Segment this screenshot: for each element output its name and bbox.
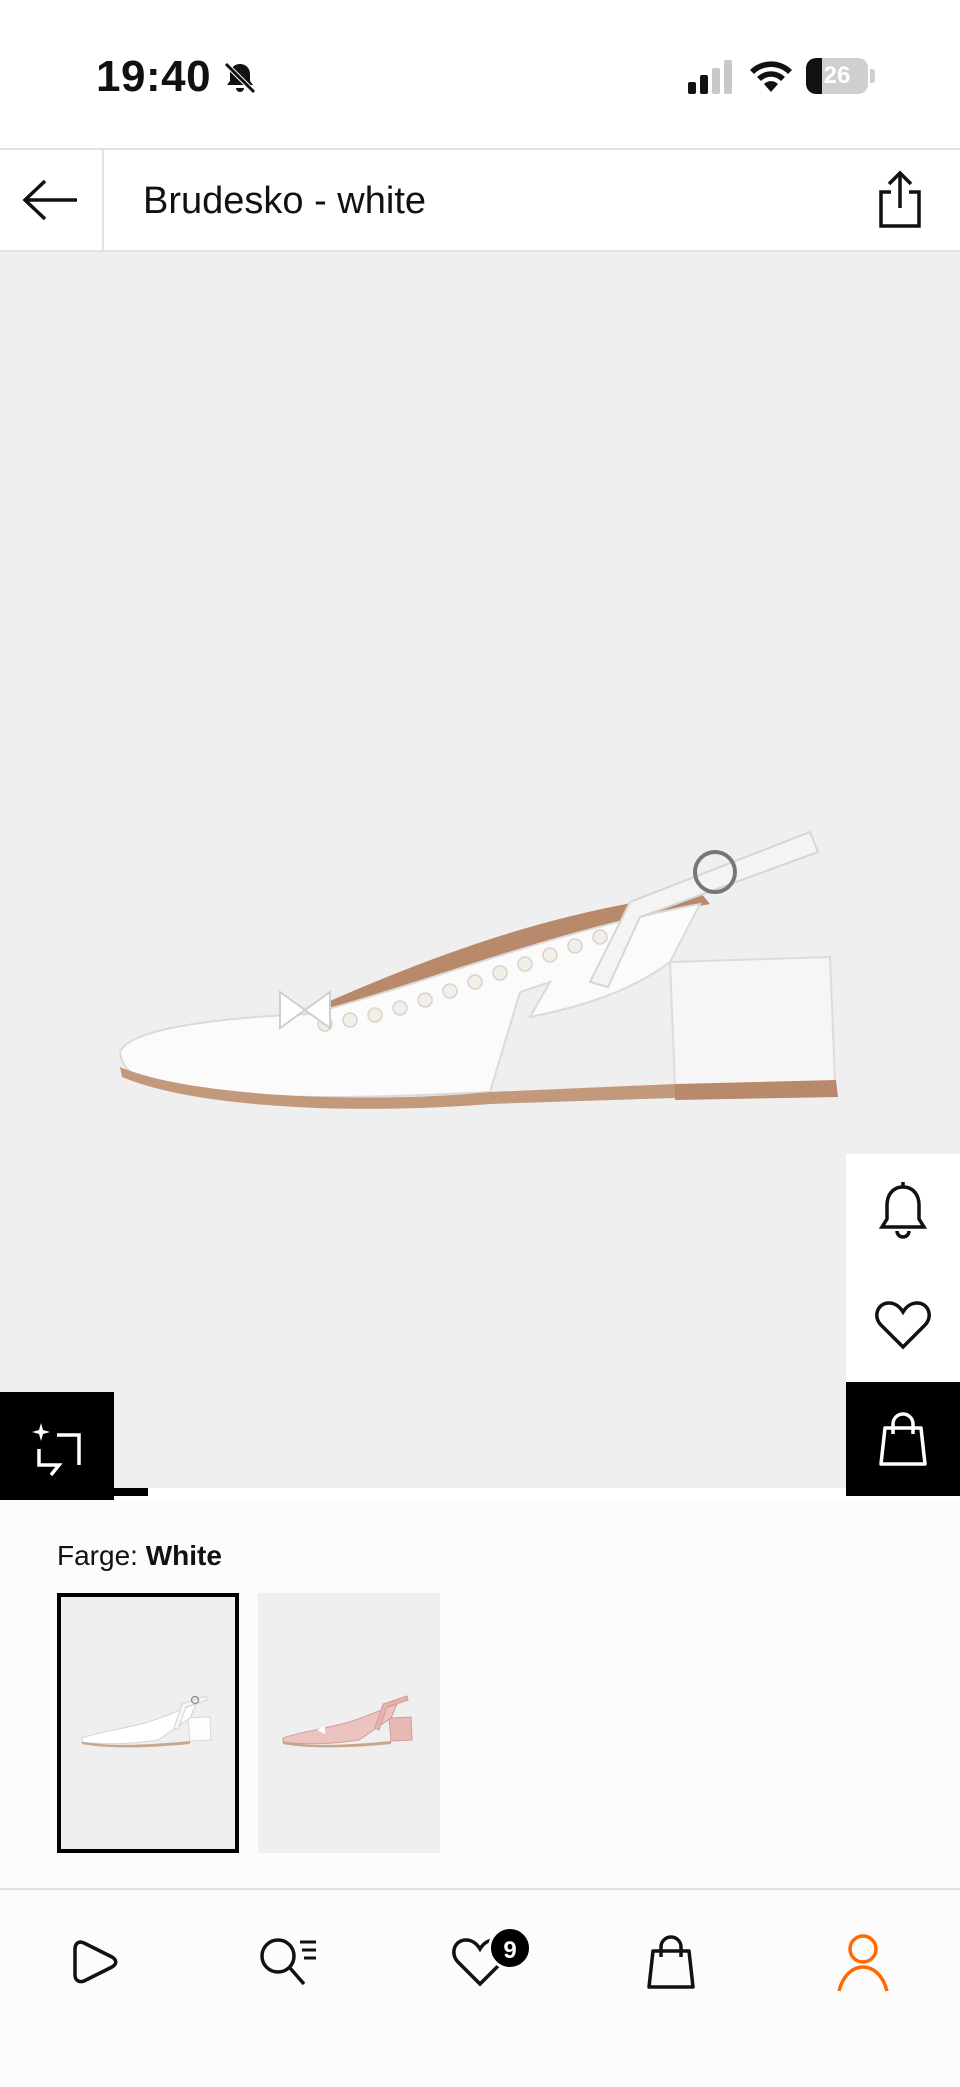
status-bar: 19:40 26 [0, 0, 960, 148]
white-shoe-thumbnail [81, 1695, 212, 1748]
gallery-progress [114, 1488, 788, 1500]
bag-icon [647, 1935, 695, 1989]
shoe-image [118, 830, 838, 1109]
color-label-prefix: Farge: [57, 1540, 146, 1571]
heart-icon [875, 1301, 931, 1350]
wishlist-count-badge: 9 [488, 1926, 532, 1970]
nav-bag[interactable] [623, 1914, 719, 2010]
page-title: Brudesko - white [143, 180, 427, 222]
battery-cap [870, 69, 875, 83]
search-list-icon [260, 1938, 316, 1986]
arrow-left-icon [22, 179, 77, 221]
play-icon [73, 1940, 118, 1984]
add-to-bag-button[interactable] [846, 1382, 960, 1496]
product-image[interactable] [0, 252, 960, 1506]
color-label: Farge: White [57, 1540, 222, 1572]
battery-indicator: 26 [806, 58, 876, 94]
bottom-navigation: 9 [0, 1888, 960, 2087]
cell-signal-icon [688, 60, 732, 94]
bell-icon [878, 1182, 928, 1239]
battery-level: 26 [823, 62, 851, 89]
gallery-progress-fill [114, 1488, 148, 1496]
find-similar-button[interactable] [0, 1392, 114, 1506]
color-picker: Farge: White [0, 1500, 960, 1888]
user-icon [837, 1934, 889, 1992]
pink-shoe-thumbnail [282, 1695, 413, 1748]
wifi-icon [750, 61, 792, 92]
selected-color: White [145, 1540, 222, 1571]
nav-profile[interactable] [815, 1914, 911, 2010]
notify-button[interactable] [846, 1154, 960, 1268]
share-icon [879, 170, 921, 228]
nav-wishlist[interactable]: 9 [432, 1914, 532, 2010]
product-side-actions [846, 1154, 960, 1496]
color-swatch-pink[interactable] [258, 1593, 440, 1853]
back-button[interactable] [0, 150, 104, 250]
battery-body: 26 [806, 58, 868, 94]
product-header: Brudesko - white [0, 148, 960, 252]
share-button[interactable] [864, 164, 936, 236]
nav-discover[interactable] [47, 1914, 143, 2010]
wishlist-button[interactable] [846, 1268, 960, 1382]
nav-search[interactable] [240, 1914, 336, 2010]
status-time: 19:40 [96, 52, 212, 101]
color-swatch-white[interactable] [57, 1593, 239, 1853]
bag-icon [879, 1412, 927, 1466]
bell-muted-icon [224, 62, 256, 94]
sparkle-crop-icon [32, 1423, 81, 1477]
